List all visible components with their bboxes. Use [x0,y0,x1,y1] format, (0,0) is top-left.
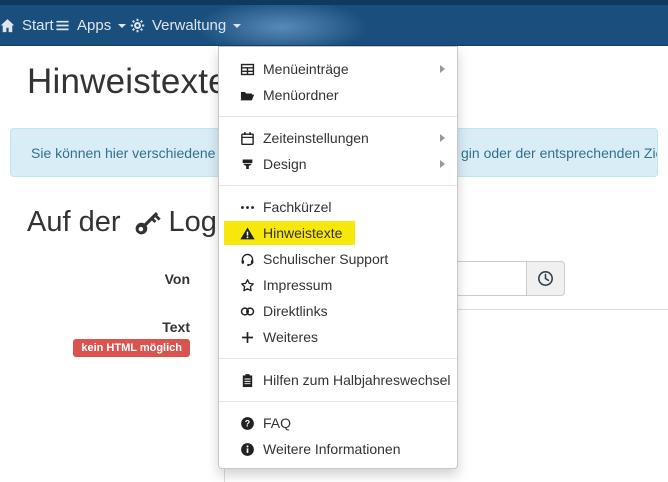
menu-divider [219,185,457,186]
nav-item-verwaltung[interactable]: Verwaltung [130,5,242,45]
verwaltung-dropdown-menu: Menüeinträge Menüordner Zeiteinstellungen D… [218,46,458,469]
brush-icon [239,157,256,172]
nav-item-label: Verwaltung [152,17,227,34]
warning-icon [239,226,256,241]
menu-divider [219,401,457,402]
menu-divider [219,358,457,359]
svg-text:?: ? [245,418,250,428]
menu-item-hilfen-zum-halbjahreswechsel[interactable]: Hilfen zum Halbjahreswechsel [219,367,457,393]
home-icon [0,18,15,33]
clock-icon [537,270,554,287]
menu-item-faq[interactable]: ? FAQ [219,410,457,436]
ellipsis-icon [239,200,256,215]
chevron-down-icon [233,23,242,28]
menu-item-label: Design [263,156,307,172]
clipboard-icon [239,373,256,388]
menu-item-label: Menüeinträge [263,61,349,77]
section-heading: Auf der Log [27,206,217,239]
menu-item-content: Weitere Informationen [239,441,400,457]
menu-item-menueintrage[interactable]: Menüeinträge [219,56,457,82]
section-heading-suffix: Log [168,206,217,238]
section-heading-prefix: Auf der [27,206,121,238]
no-html-badge: kein HTML möglich [73,339,190,357]
menu-item-weitere-informationen[interactable]: Weitere Informationen [219,436,457,462]
menu-item-label: Fachkürzel [263,199,332,215]
menu-item-fachkurzel[interactable]: Fachkürzel [219,194,457,220]
plus-icon [239,330,256,345]
link-icon [239,304,256,319]
menu-item-label: Hinweistexte [263,225,343,241]
menu-item-content: Zeiteinstellungen [239,130,369,146]
menu-item-content: Direktlinks [239,303,328,319]
menu-item-hinweistexte[interactable]: Hinweistexte [219,220,457,246]
badge-wrap: kein HTML möglich [30,338,190,357]
menu-item-schulischer-support[interactable]: Schulischer Support [219,246,457,272]
nav-item-start[interactable]: Start [0,5,54,45]
menu-divider [219,116,457,117]
menu-item-content: Weiteres [239,329,318,345]
alert-text-right: gin oder der entsprechenden Zielg [461,145,658,161]
highlight-marker: Hinweistexte [224,221,356,245]
page-title: Hinweistexte [27,62,228,101]
chevron-down-icon [118,23,127,28]
menu-item-label: Impressum [263,277,333,293]
time-picker-button[interactable] [526,261,565,296]
table-icon [239,62,256,77]
menu-item-content: Schulischer Support [239,251,388,267]
chevron-right-icon [440,160,445,168]
key-icon [132,208,162,238]
menu-item-label: FAQ [263,415,292,431]
menu-item-content: Fachkürzel [239,199,331,215]
nav-item-label: Apps [77,17,112,34]
alert-text-left: Sie können hier verschiedene [31,145,216,161]
headset-icon [239,252,256,267]
chevron-right-icon [440,134,445,142]
gear-icon [130,18,145,33]
menu-item-label: Menüordner [263,87,339,103]
menu-item-content: Menüeinträge [239,61,349,77]
bars-icon [55,18,70,33]
info-circle-icon [239,442,256,457]
menu-item-impressum[interactable]: Impressum [219,272,457,298]
menu-item-label: Hilfen zum Halbjahreswechsel [263,372,451,388]
menu-item-label: Weiteres [263,329,318,345]
star-icon [239,278,256,293]
menu-item-menuordner[interactable]: Menüordner [219,82,457,108]
nav-item-apps[interactable]: Apps [55,5,127,45]
chevron-right-icon [440,65,445,73]
menu-item-label: Schulischer Support [263,251,389,267]
question-circle-icon: ? [239,416,256,431]
screen: Hinweistexte Sie können hier verschieden… [0,0,668,482]
menu-item-content: ? FAQ [239,415,291,431]
menu-item-design[interactable]: Design [219,151,457,177]
calendar-icon [239,131,256,146]
menu-item-label: Weitere Informationen [263,441,401,457]
menu-item-zeiteinstellungen[interactable]: Zeiteinstellungen [219,125,457,151]
menu-item-weiteres[interactable]: Weiteres [219,324,457,350]
menu-item-content: Hilfen zum Halbjahreswechsel [239,372,451,388]
menu-item-content: Impressum [239,277,332,293]
folder-open-icon [239,88,256,103]
top-navbar: Start Apps Verwaltung [0,0,668,46]
menu-item-content: Menüordner [239,87,339,103]
menu-item-label: Zeiteinstellungen [263,130,369,146]
von-label: Von [164,271,190,287]
text-label: Text [162,319,190,335]
menu-item-label: Direktlinks [263,303,328,319]
menu-item-direktlinks[interactable]: Direktlinks [219,298,457,324]
menu-item-content: Design [239,156,307,172]
nav-item-label: Start [22,17,54,34]
